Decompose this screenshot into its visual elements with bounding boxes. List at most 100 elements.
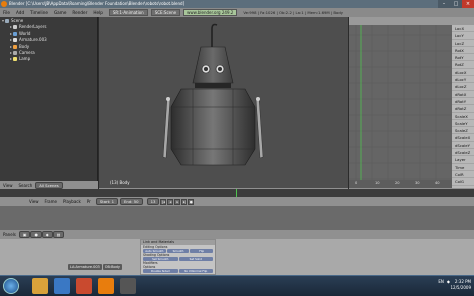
- scene-icon: [5, 19, 9, 23]
- camera-icon: [13, 50, 17, 55]
- ipo-channel[interactable]: LocX: [452, 25, 474, 33]
- end-frame-field[interactable]: End: 50: [120, 198, 143, 205]
- play-button[interactable]: ▸: [174, 198, 181, 205]
- jump-end-button[interactable]: ▸|: [181, 198, 188, 205]
- ipo-channel[interactable]: dRotZ: [452, 105, 474, 113]
- close-button[interactable]: ×: [462, 0, 474, 8]
- ipo-channel[interactable]: dScaleX: [452, 134, 474, 142]
- ipo-channel[interactable]: Time: [452, 164, 474, 171]
- ipo-channel[interactable]: dScaleY: [452, 142, 474, 150]
- 3d-viewport[interactable]: (13) Body: [99, 17, 348, 189]
- panels-menu[interactable]: Panels: [0, 232, 19, 237]
- window-title: Blender [C:\Users\JB\AppData\Roaming\Ble…: [9, 1, 185, 6]
- editing-context-button[interactable]: ▣: [18, 231, 31, 238]
- robot-model: [162, 23, 264, 166]
- ipo-channel[interactable]: RotX: [452, 47, 474, 55]
- clock-date: 12/5/2009: [450, 285, 471, 290]
- menu-file[interactable]: File: [0, 10, 13, 15]
- ipo-channel[interactable]: LocY: [452, 32, 474, 40]
- start-frame-field[interactable]: Start: 1: [95, 198, 119, 205]
- timeline-strip[interactable]: [0, 189, 474, 197]
- object-name-field[interactable]: OB:Body: [102, 264, 122, 270]
- ipo-channel[interactable]: RotZ: [452, 61, 474, 69]
- outliner-row[interactable]: ▸ Lamp: [0, 56, 97, 62]
- buttons-window-header: Panels ▣ ● ◆ ▤: [0, 230, 474, 239]
- shading-context-button[interactable]: ●: [30, 231, 42, 238]
- ie-taskbar-icon[interactable]: [54, 278, 70, 294]
- ruler-tick-label: 20: [395, 181, 400, 185]
- viewport-status: (13) Body: [110, 180, 130, 185]
- ipo-channel[interactable]: ScaleY: [452, 120, 474, 128]
- timeline-pr-menu[interactable]: Pr: [84, 199, 94, 204]
- scene-selector[interactable]: SCE:Scene: [150, 9, 181, 16]
- menu-timeline[interactable]: Timeline: [27, 10, 51, 15]
- ipo-channel[interactable]: ScaleX: [452, 113, 474, 120]
- ipo-channel[interactable]: ColR: [452, 171, 474, 179]
- outliner-panel: ▾ Scene ▸ RenderLayers ▸ World ▸ Armature.003 ▸ B…: [0, 17, 98, 181]
- ruler-tick-label: 0: [355, 181, 358, 185]
- play-back-button[interactable]: ◂: [167, 198, 174, 205]
- record-button[interactable]: ●: [188, 198, 195, 205]
- maximize-button[interactable]: □: [450, 0, 462, 8]
- timeline-playback-menu[interactable]: Playback: [60, 199, 84, 204]
- scene-context-button[interactable]: ▤: [52, 231, 65, 238]
- ipo-channel[interactable]: LocZ: [452, 40, 474, 47]
- ipo-channel[interactable]: dLocY: [452, 76, 474, 84]
- flip-button[interactable]: Flip: [190, 249, 214, 253]
- world-icon: [13, 31, 17, 36]
- outliner-row-label: World: [19, 30, 31, 36]
- outliner-row-label: RenderLayers: [19, 24, 47, 30]
- outliner-search-menu[interactable]: Search: [16, 183, 36, 188]
- blender-url[interactable]: www.blender.org 249.2: [183, 9, 238, 16]
- app-taskbar-icon[interactable]: [120, 278, 136, 294]
- outliner-view-menu[interactable]: View: [0, 183, 16, 188]
- menu-render[interactable]: Render: [69, 10, 90, 15]
- armature-name-field[interactable]: LA:Armature.003: [68, 264, 102, 270]
- outliner-row-label: Lamp: [19, 56, 31, 62]
- minimize-button[interactable]: –: [438, 0, 450, 8]
- no-vnormal-flip-button[interactable]: No V.Normal Flip: [178, 269, 213, 273]
- set-solid-button[interactable]: Set Solid: [178, 257, 213, 261]
- timeline-view-menu[interactable]: View: [26, 199, 42, 204]
- ipo-channel[interactable]: dRotY: [452, 98, 474, 106]
- outliner-row-label: Camera: [19, 49, 35, 55]
- current-frame-marker: [236, 189, 237, 197]
- buttons-window: LA:Armature.003 OB:Body Link and Materia…: [0, 239, 474, 275]
- window-controls: – □ ×: [438, 0, 474, 8]
- ipo-channel-list: LocX LocY LocZ RotX RotY RotZ dLocX dLocY dLocZ d…: [452, 25, 474, 193]
- ipo-channel[interactable]: Layer: [452, 156, 474, 164]
- timeline-frame-menu[interactable]: Frame: [42, 199, 60, 204]
- ipo-channel[interactable]: dRotX: [452, 91, 474, 98]
- double-sided-button[interactable]: Double Sided: [143, 269, 178, 273]
- screen-selector[interactable]: SR:1-Animation: [108, 9, 148, 16]
- ipo-channel[interactable]: dLocX: [452, 69, 474, 77]
- menu-game[interactable]: Game: [51, 10, 69, 15]
- smooth-button[interactable]: Smooth: [166, 249, 190, 253]
- outliner-toolbar: View Search All Scenes: [0, 181, 98, 189]
- windows-taskbar: EN ◆ 2:32 PM 12/5/2009: [0, 275, 474, 296]
- start-orb-icon[interactable]: [3, 278, 19, 294]
- outliner-row-label: Scene: [11, 18, 24, 23]
- ipo-channel[interactable]: ScaleZ: [452, 127, 474, 135]
- outliner-scope-dropdown[interactable]: All Scenes: [35, 181, 63, 189]
- taskbar-clock[interactable]: 2:32 PM 12/5/2009: [450, 279, 471, 291]
- menu-add[interactable]: Add: [13, 10, 27, 15]
- link-materials-panel: Link and Materials Editing Options Auto …: [140, 239, 216, 275]
- blender-taskbar-icon[interactable]: [98, 278, 114, 294]
- ipo-channel[interactable]: dScaleZ: [452, 149, 474, 157]
- ruler-tick-label: 30: [415, 181, 420, 185]
- language-indicator[interactable]: EN: [438, 279, 444, 284]
- curve-editor-grid[interactable]: [349, 25, 452, 180]
- ipo-channel[interactable]: ColG: [452, 178, 474, 186]
- ipo-channel[interactable]: RotY: [452, 54, 474, 62]
- current-frame-field[interactable]: 13: [146, 198, 160, 205]
- media-taskbar-icon[interactable]: [76, 278, 92, 294]
- curve-frame-ruler: 0 10 20 30 40: [349, 180, 452, 188]
- ipo-channel[interactable]: dLocZ: [452, 83, 474, 91]
- timeline-toolbar: View Frame Playback Pr Start: 1 End: 50 …: [0, 197, 474, 206]
- object-context-button[interactable]: ◆: [41, 231, 53, 238]
- outliner-row-label: Body: [19, 43, 30, 49]
- jump-start-button[interactable]: |◂: [160, 198, 167, 205]
- menu-help[interactable]: Help: [90, 10, 106, 15]
- explorer-taskbar-icon[interactable]: [32, 278, 48, 294]
